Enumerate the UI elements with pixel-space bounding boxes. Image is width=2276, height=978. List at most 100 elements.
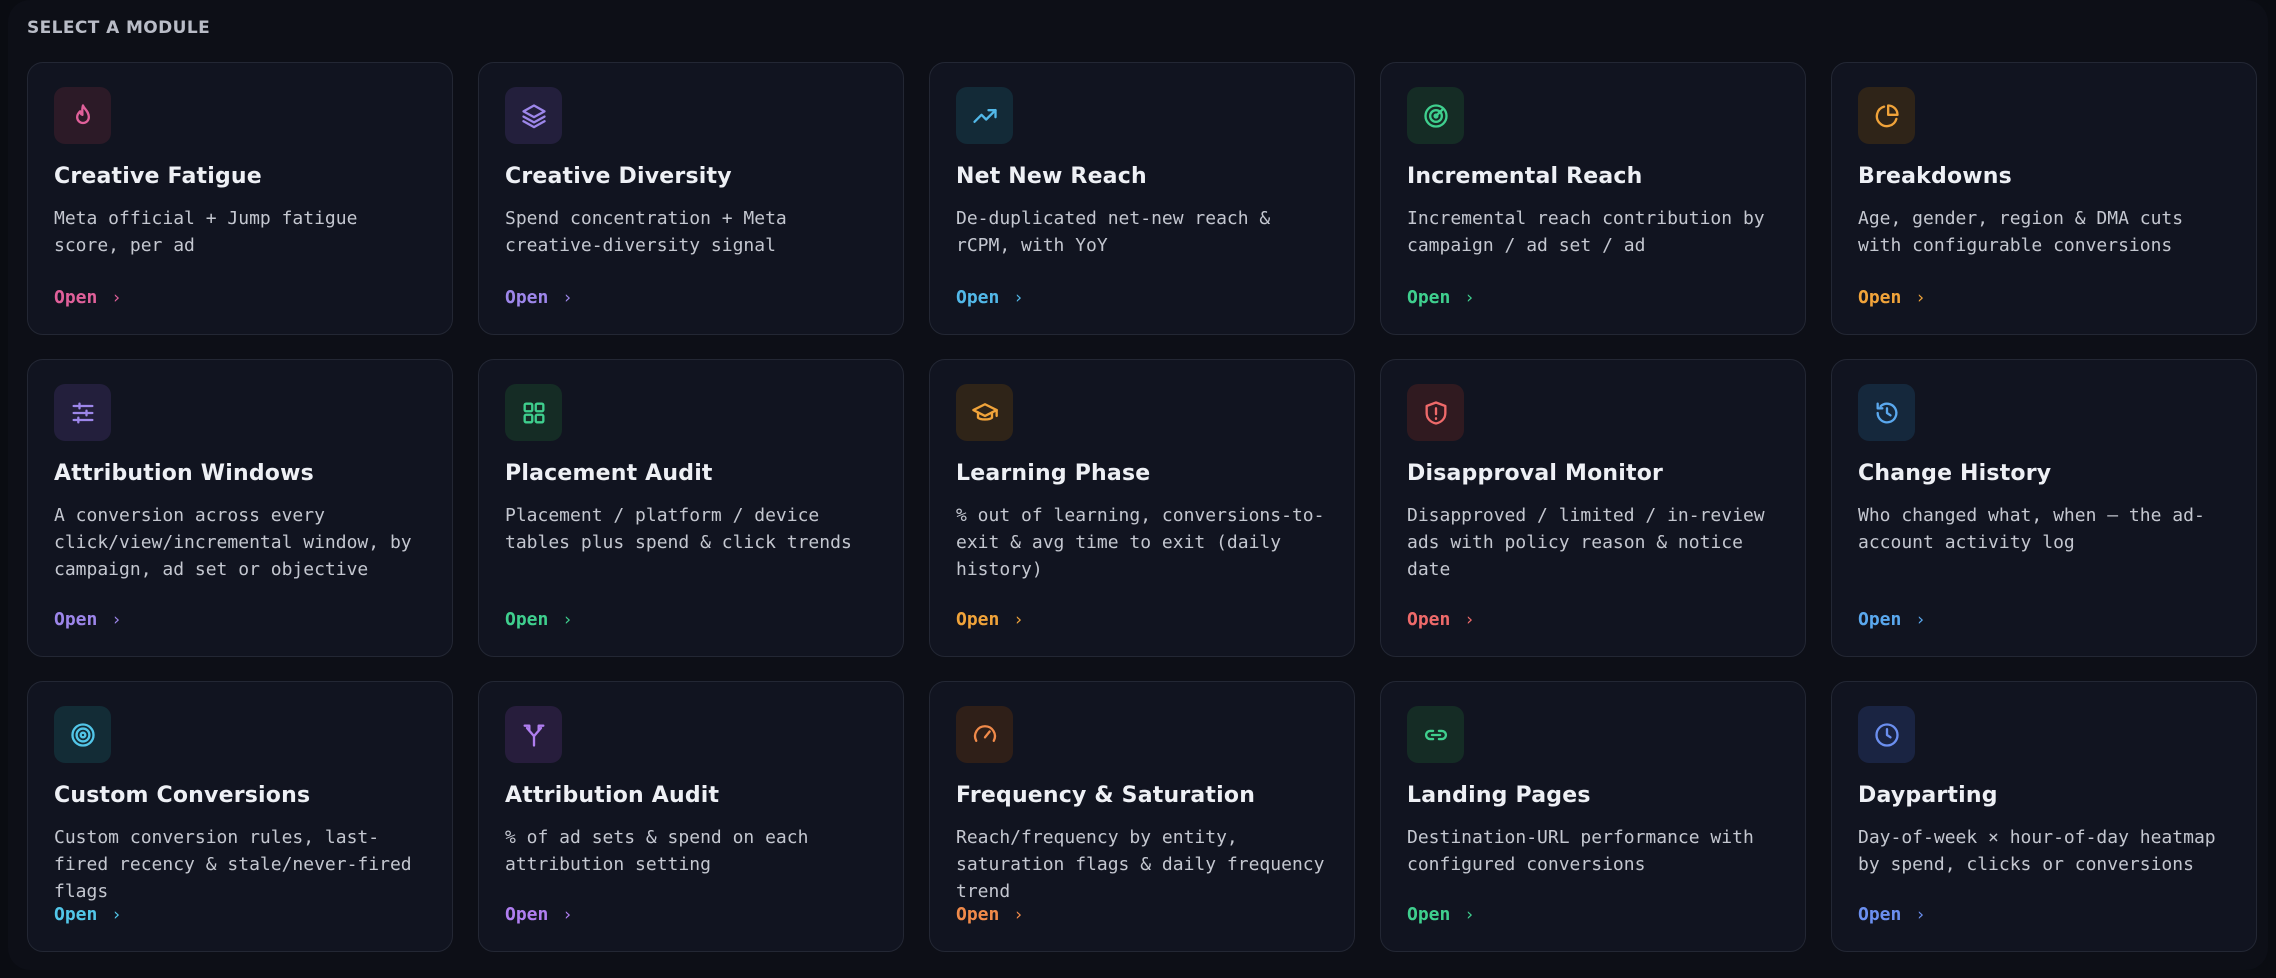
module-card-attribution-windows[interactable]: Attribution Windows A conversion across e…: [27, 359, 453, 657]
chevron-right-icon: ›: [1013, 287, 1024, 308]
open-link[interactable]: Open ›: [1407, 609, 1475, 630]
chevron-right-icon: ›: [1464, 287, 1475, 308]
module-grid: Creative Fatigue Meta official + Jump fat…: [27, 62, 2257, 952]
module-card-attribution-audit[interactable]: Attribution Audit % of ad sets & spend on…: [478, 681, 904, 952]
module-title: Dayparting: [1858, 783, 1998, 808]
module-card-frequency-and-saturation[interactable]: Frequency & Saturation Reach/frequency by…: [929, 681, 1355, 952]
pie-chart-icon: [1858, 87, 1915, 144]
split-icon: [505, 706, 562, 763]
chevron-right-icon: ›: [562, 287, 573, 308]
chevron-right-icon: ›: [111, 904, 122, 925]
module-title: Change History: [1858, 461, 2052, 486]
module-title: Creative Diversity: [505, 164, 732, 189]
chevron-right-icon: ›: [1915, 904, 1926, 925]
open-label: Open: [956, 287, 1000, 308]
module-title: Disapproval Monitor: [1407, 461, 1664, 486]
chevron-right-icon: ›: [562, 609, 573, 630]
shield-alert-icon: [1407, 384, 1464, 441]
module-title: Custom Conversions: [54, 783, 311, 808]
gauge-icon: [956, 706, 1013, 763]
module-title: Net New Reach: [956, 164, 1147, 189]
module-description: Who changed what, when — the ad-account …: [1858, 505, 2205, 553]
radar-icon: [1407, 87, 1464, 144]
open-link[interactable]: Open ›: [505, 904, 573, 925]
open-label: Open: [956, 904, 1000, 925]
module-description: Disapproved / limited / in-review ads wi…: [1407, 505, 1765, 580]
module-title: Creative Fatigue: [54, 164, 262, 189]
module-description: Placement / platform / device tables plu…: [505, 505, 852, 553]
sliders-icon: [54, 384, 111, 441]
module-card-landing-pages[interactable]: Landing Pages Destination-URL performance…: [1380, 681, 1806, 952]
open-label: Open: [956, 609, 1000, 630]
open-link[interactable]: Open ›: [1858, 609, 1926, 630]
open-label: Open: [1858, 287, 1902, 308]
module-title: Learning Phase: [956, 461, 1151, 486]
open-label: Open: [1407, 287, 1451, 308]
open-link[interactable]: Open ›: [956, 609, 1024, 630]
module-description: % of ad sets & spend on each attribution…: [505, 827, 809, 875]
open-label: Open: [54, 287, 98, 308]
open-label: Open: [54, 609, 98, 630]
module-title: Landing Pages: [1407, 783, 1591, 808]
module-card-disapproval-monitor[interactable]: Disapproval Monitor Disapproved / limited…: [1380, 359, 1806, 657]
link-icon: [1407, 706, 1464, 763]
open-link[interactable]: Open ›: [505, 287, 573, 308]
module-card-creative-fatigue[interactable]: Creative Fatigue Meta official + Jump fat…: [27, 62, 453, 335]
section-heading: SELECT A MODULE: [27, 18, 211, 38]
module-card-custom-conversions[interactable]: Custom Conversions Custom conversion rule…: [27, 681, 453, 952]
module-title: Breakdowns: [1858, 164, 2012, 189]
chevron-right-icon: ›: [111, 287, 122, 308]
module-title: Incremental Reach: [1407, 164, 1643, 189]
chevron-right-icon: ›: [1915, 609, 1926, 630]
module-card-placement-audit[interactable]: Placement Audit Placement / platform / de…: [478, 359, 904, 657]
module-card-creative-diversity[interactable]: Creative Diversity Spend concentration + …: [478, 62, 904, 335]
module-description: Incremental reach contribution by campai…: [1407, 208, 1765, 256]
module-description: Spend concentration + Meta creative-dive…: [505, 208, 787, 256]
clock-icon: [1858, 706, 1915, 763]
history-icon: [1858, 384, 1915, 441]
grid-icon: [505, 384, 562, 441]
module-title: Frequency & Saturation: [956, 783, 1256, 808]
module-card-dayparting[interactable]: Dayparting Day-of-week × hour-of-day heat…: [1831, 681, 2257, 952]
trending-up-icon: [956, 87, 1013, 144]
module-description: Day-of-week × hour-of-day heatmap by spe…: [1858, 827, 2216, 875]
open-label: Open: [1858, 904, 1902, 925]
module-description: % out of learning, conversions-to-exit &…: [956, 505, 1325, 580]
open-label: Open: [505, 904, 549, 925]
open-link[interactable]: Open ›: [54, 904, 122, 925]
module-card-learning-phase[interactable]: Learning Phase % out of learning, convers…: [929, 359, 1355, 657]
open-label: Open: [505, 287, 549, 308]
module-card-incremental-reach[interactable]: Incremental Reach Incremental reach contr…: [1380, 62, 1806, 335]
open-link[interactable]: Open ›: [1858, 904, 1926, 925]
open-label: Open: [1858, 609, 1902, 630]
open-link[interactable]: Open ›: [1858, 287, 1926, 308]
open-label: Open: [1407, 904, 1451, 925]
module-description: A conversion across every click/view/inc…: [54, 505, 412, 580]
module-description: Destination-URL performance with configu…: [1407, 827, 1754, 875]
open-link[interactable]: Open ›: [505, 609, 573, 630]
chevron-right-icon: ›: [1013, 609, 1024, 630]
module-card-breakdowns[interactable]: Breakdowns Age, gender, region & DMA cuts…: [1831, 62, 2257, 335]
module-description: De-duplicated net-new reach & rCPM, with…: [956, 208, 1271, 256]
module-card-net-new-reach[interactable]: Net New Reach De-duplicated net-new reach…: [929, 62, 1355, 335]
chevron-right-icon: ›: [1915, 287, 1926, 308]
module-card-change-history[interactable]: Change History Who changed what, when — t…: [1831, 359, 2257, 657]
layers-icon: [505, 87, 562, 144]
open-link[interactable]: Open ›: [956, 904, 1024, 925]
chevron-right-icon: ›: [111, 609, 122, 630]
chevron-right-icon: ›: [1464, 609, 1475, 630]
flame-icon: [54, 87, 111, 144]
open-label: Open: [54, 904, 98, 925]
module-title: Placement Audit: [505, 461, 713, 486]
open-link[interactable]: Open ›: [1407, 287, 1475, 308]
open-link[interactable]: Open ›: [956, 287, 1024, 308]
open-label: Open: [505, 609, 549, 630]
open-link[interactable]: Open ›: [54, 609, 122, 630]
module-title: Attribution Audit: [505, 783, 720, 808]
open-link[interactable]: Open ›: [1407, 904, 1475, 925]
open-link[interactable]: Open ›: [54, 287, 122, 308]
module-description: Meta official + Jump fatigue score, per …: [54, 208, 358, 256]
module-description: Reach/frequency by entity, saturation fl…: [956, 827, 1325, 902]
module-panel: SELECT A MODULE Creative Fatigue Meta off…: [8, 0, 2268, 970]
chevron-right-icon: ›: [562, 904, 573, 925]
